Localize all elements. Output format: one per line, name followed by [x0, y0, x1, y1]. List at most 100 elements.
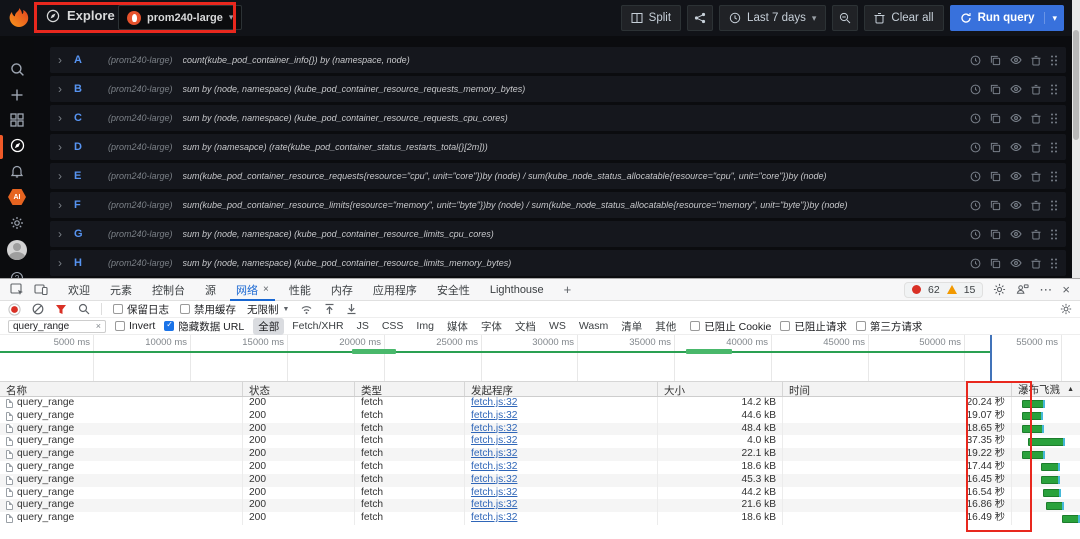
copy-query-icon[interactable] [990, 142, 1001, 153]
query-history-icon[interactable] [970, 171, 981, 182]
chevron-right-icon[interactable]: › [58, 82, 74, 96]
devtools-tab-控制台[interactable]: 控制台 × [142, 279, 195, 301]
devtools-tab-Lighthouse[interactable]: Lighthouse × [480, 279, 554, 301]
query-history-icon[interactable] [970, 258, 981, 269]
filter-chip-WS[interactable]: WS [544, 319, 571, 333]
remove-query-icon[interactable] [1031, 171, 1041, 182]
filter-chip-JS[interactable]: JS [352, 319, 374, 333]
network-request-row[interactable]: query_range 200 fetch fetch.js:32 18.6 k… [0, 460, 1080, 474]
query-history-icon[interactable] [970, 229, 981, 240]
column-header-time[interactable]: 时间 [783, 382, 1012, 396]
request-name[interactable]: query_range [17, 423, 74, 436]
import-har-icon[interactable] [324, 303, 335, 315]
network-request-row[interactable]: query_range 200 fetch fetch.js:32 45.3 k… [0, 473, 1080, 487]
query-expression[interactable]: sum(kube_pod_container_resource_requests… [183, 171, 962, 181]
waterfall-cell[interactable] [1012, 435, 1080, 448]
grafana-logo-icon[interactable] [7, 6, 31, 30]
waterfall-cell[interactable] [1012, 512, 1080, 525]
remove-query-icon[interactable] [1031, 200, 1041, 211]
filter-chip-文档[interactable]: 文档 [510, 318, 541, 335]
clear-all-button[interactable]: Clear all [864, 5, 944, 31]
datasource-picker[interactable]: prom240-large ▾ [118, 5, 243, 30]
invert-checkbox[interactable]: Invert [115, 320, 155, 332]
request-name[interactable]: query_range [17, 499, 74, 512]
filter-chip-Wasm[interactable]: Wasm [574, 319, 613, 333]
request-name[interactable]: query_range [17, 461, 74, 474]
column-header-waterfall[interactable]: 瀑布飞溅 ▲ [1012, 382, 1080, 396]
query-expression[interactable]: sum by (node, namespace) (kube_pod_conta… [183, 258, 962, 268]
share-button[interactable] [687, 5, 714, 31]
waterfall-cell[interactable] [1012, 487, 1080, 500]
sidebar-item-help[interactable]: ? [0, 270, 34, 278]
devtools-tab-性能[interactable]: 性能 × [279, 279, 321, 301]
copy-query-icon[interactable] [990, 84, 1001, 95]
sidebar-item-alerting[interactable] [0, 164, 34, 178]
waterfall-cell[interactable] [1012, 423, 1080, 436]
copy-query-icon[interactable] [990, 171, 1001, 182]
network-overview-timeline[interactable]: 5000 ms 10000 ms 15000 ms 20000 ms 25000 ms 3… [0, 335, 1080, 382]
record-network-button[interactable] [8, 302, 21, 316]
query-expression[interactable]: sum(kube_pod_container_resource_limits{r… [183, 200, 962, 210]
network-request-row[interactable]: query_range 200 fetch fetch.js:32 44.2 k… [0, 486, 1080, 500]
query-expression[interactable]: sum by (node, namespace) (kube_pod_conta… [183, 84, 962, 94]
chevron-right-icon[interactable]: › [58, 227, 74, 241]
network-request-row[interactable]: query_range 200 fetch fetch.js:32 18.6 k… [0, 512, 1080, 525]
filter-chip-清单[interactable]: 清单 [616, 318, 647, 335]
sidebar-item-create[interactable] [0, 88, 34, 102]
column-header-status[interactable]: 状态 [243, 382, 355, 396]
clear-network-button[interactable] [32, 303, 44, 315]
devtools-tab-元素[interactable]: 元素 × [100, 279, 142, 301]
drag-handle-icon[interactable] [1050, 258, 1058, 269]
query-history-icon[interactable] [970, 84, 981, 95]
query-history-icon[interactable] [970, 142, 981, 153]
chevron-right-icon[interactable]: › [58, 256, 74, 270]
query-expression[interactable]: sum by (namesapce) (rate(kube_pod_contai… [183, 142, 962, 152]
request-initiator-link[interactable]: fetch.js:32 [471, 448, 517, 459]
query-row[interactable]: › D (prom240-large) sum by (namesapce) (… [50, 134, 1066, 160]
preserve-log-checkbox[interactable]: 保留日志 [113, 302, 169, 317]
drag-handle-icon[interactable] [1050, 200, 1058, 211]
request-name[interactable]: query_range [17, 397, 74, 410]
devtools-settings-icon[interactable] [993, 283, 1006, 296]
remove-query-icon[interactable] [1031, 113, 1041, 124]
remove-query-icon[interactable] [1031, 84, 1041, 95]
query-row[interactable]: › C (prom240-large) sum by (node, namesp… [50, 105, 1066, 131]
request-initiator-link[interactable]: fetch.js:32 [471, 499, 517, 510]
hide-data-urls-checkbox[interactable]: 隐藏数据 URL [164, 319, 244, 334]
hide-query-icon[interactable] [1010, 142, 1022, 152]
remove-query-icon[interactable] [1031, 258, 1041, 269]
request-name[interactable]: query_range [17, 487, 74, 500]
filter-chip-Fetch/XHR[interactable]: Fetch/XHR [287, 319, 348, 333]
more-tabs-button[interactable]: + [554, 282, 582, 297]
network-settings-icon[interactable] [1060, 303, 1072, 315]
sidebar-item-explore[interactable] [0, 135, 34, 159]
waterfall-cell[interactable] [1012, 461, 1080, 474]
request-initiator-link[interactable]: fetch.js:32 [471, 487, 517, 498]
waterfall-cell[interactable] [1012, 410, 1080, 423]
query-row[interactable]: › E (prom240-large) sum(kube_pod_contain… [50, 163, 1066, 189]
network-request-row[interactable]: query_range 200 fetch fetch.js:32 22.1 k… [0, 448, 1080, 461]
filter-chip-全部[interactable]: 全部 [253, 317, 285, 335]
request-initiator-link[interactable]: fetch.js:32 [471, 435, 517, 446]
request-initiator-link[interactable]: fetch.js:32 [471, 461, 517, 472]
devtools-tab-网络[interactable]: 网络 × [226, 279, 279, 301]
waterfall-cell[interactable] [1012, 448, 1080, 461]
network-request-row[interactable]: query_range 200 fetch fetch.js:32 44.6 k… [0, 409, 1080, 423]
chevron-right-icon[interactable]: › [58, 111, 74, 125]
remove-query-icon[interactable] [1031, 229, 1041, 240]
copy-query-icon[interactable] [990, 229, 1001, 240]
copy-query-icon[interactable] [990, 258, 1001, 269]
query-row[interactable]: › A (prom240-large) count(kube_pod_conta… [50, 47, 1066, 73]
zoom-out-button[interactable] [832, 5, 859, 31]
request-name[interactable]: query_range [17, 474, 74, 487]
devtools-tab-安全性[interactable]: 安全性 × [427, 279, 480, 301]
copy-query-icon[interactable] [990, 200, 1001, 211]
network-conditions-icon[interactable] [300, 304, 313, 315]
drag-handle-icon[interactable] [1050, 55, 1058, 66]
query-expression[interactable]: sum by (node, namespace) (kube_pod_conta… [183, 113, 962, 123]
network-request-row[interactable]: query_range 200 fetch fetch.js:32 4.0 kB… [0, 435, 1080, 449]
waterfall-cell[interactable] [1012, 397, 1080, 410]
hide-query-icon[interactable] [1010, 55, 1022, 65]
filter-toggle-button[interactable] [55, 304, 67, 315]
chevron-right-icon[interactable]: › [58, 53, 74, 67]
